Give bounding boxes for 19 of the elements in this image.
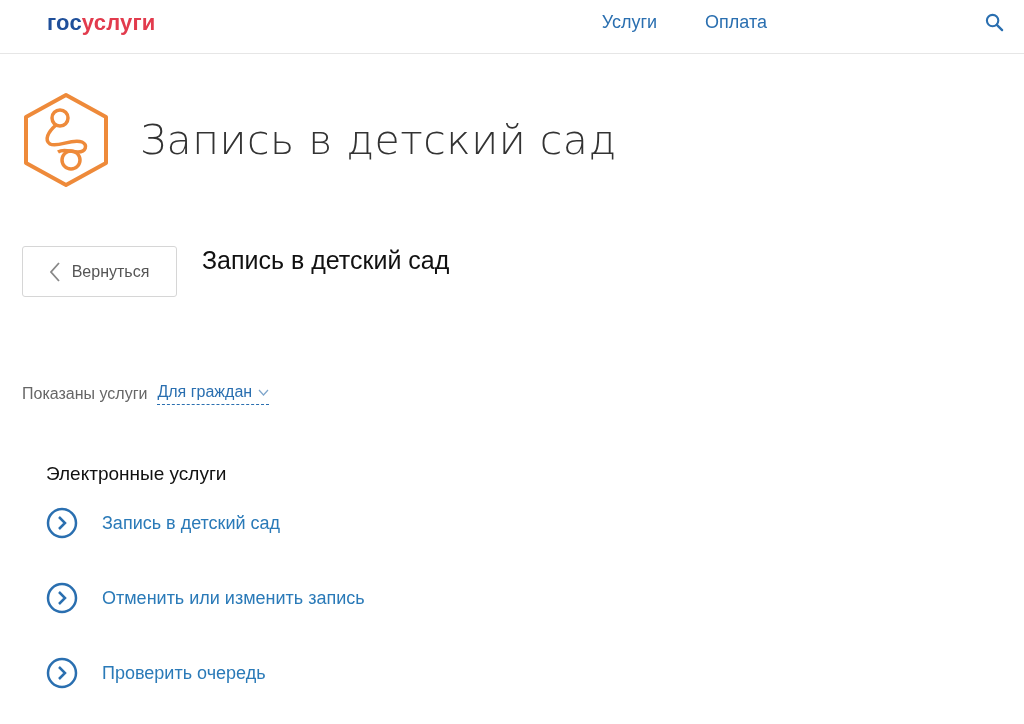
chevron-left-icon [49,261,60,282]
nav-link[interactable]: Услуги [601,12,658,33]
audience-dropdown[interactable]: Для граждан [157,383,270,405]
section-title: Электронные услуги [46,463,228,485]
search-icon [985,13,1004,32]
site-logo[interactable]: госуслуги [47,9,156,36]
chevron-circle-icon [46,582,78,614]
chevron-down-icon [258,388,270,396]
chevron-circle-icon [46,507,78,539]
service-link[interactable]: Проверить очередь [46,657,1002,689]
service-title: Запись в детский сад [202,246,450,275]
nav-link[interactable]: Оплата [705,12,767,33]
page-title: Запись в детский сад [140,116,617,164]
back-button[interactable]: Вернуться [22,246,177,297]
search-button[interactable] [985,13,1004,32]
filter-label: Показаны услуги [22,385,148,403]
service-link[interactable]: Отменить или изменить запись [46,582,1002,614]
chevron-circle-icon [46,657,78,689]
service-link[interactable]: Запись в детский сад [46,507,1002,539]
